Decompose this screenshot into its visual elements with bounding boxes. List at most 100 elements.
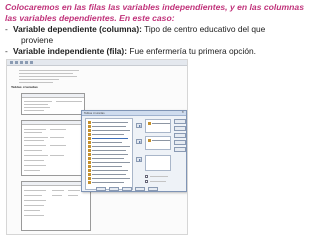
variable-icon [88,173,91,176]
syntax-line [19,79,59,80]
layer-box[interactable] [145,155,171,171]
table-header [22,182,90,186]
move-to-layer-button[interactable] [136,157,142,162]
bullet-dependent: - Variable dependiente (columna): Tipo d… [5,24,317,45]
variable-item[interactable] [88,157,124,160]
table-line [24,110,44,111]
variable-icon [88,141,91,144]
move-to-columns-button[interactable] [136,139,142,144]
variable-item[interactable] [88,173,126,176]
variable-item[interactable] [88,121,128,124]
variable-icon [88,133,91,136]
syntax-line [19,76,77,77]
variable-icon [148,139,151,142]
bullet-dash: - [5,46,8,56]
bullet-body: Variable dependiente (columna): Tipo de … [13,24,265,45]
variable-label [92,129,130,132]
toolbar-icon [20,61,23,64]
bullet-body: Variable independiente (fila): Fue enfer… [13,46,256,57]
table-line [24,140,44,141]
toolbar-icon [30,61,33,64]
variable-icon [88,165,91,168]
bullet-independent: - Variable independiente (fila): Fue enf… [5,46,317,57]
row-variable[interactable] [148,122,170,125]
dialog-title-bar: Tablas cruzadas ✕ [82,110,186,116]
summary-table [21,93,85,115]
variable-label [92,121,128,124]
table-line [50,145,66,146]
variable-icon [88,121,91,124]
table-header [22,121,84,125]
variable-item[interactable] [88,145,130,148]
variable-label [92,133,124,136]
suppress-tables-checkbox[interactable] [145,180,148,183]
variable-label [92,173,126,176]
bullet-dash: - [5,24,8,34]
variable-item[interactable] [88,177,130,180]
variable-icon [88,177,91,180]
variable-item[interactable] [88,165,122,168]
variable-item[interactable] [88,149,126,152]
variable-item[interactable] [88,169,128,172]
crosstabs-dialog[interactable]: Tablas cruzadas ✕ [81,110,187,192]
table-line [24,160,44,161]
cancel-button[interactable] [135,187,145,191]
columns-box[interactable] [145,136,171,150]
table-line [24,129,46,130]
variable-icon [88,149,91,152]
variable-icon [88,145,91,148]
cells-button[interactable] [174,133,186,138]
variable-list[interactable] [85,118,133,190]
dialog-title: Tablas cruzadas [84,111,105,115]
variable-icon [88,137,91,140]
exact-button[interactable] [174,119,186,124]
variable-item[interactable] [88,181,124,184]
format-button[interactable] [174,140,186,145]
column-variable[interactable] [148,139,170,142]
rows-box[interactable] [145,119,171,133]
paste-button[interactable] [109,187,119,191]
table-line [50,137,64,138]
move-to-rows-button[interactable] [136,123,142,128]
clustered-bar-checkbox[interactable] [145,175,148,178]
variable-icon [88,169,91,172]
variable-item-selected[interactable] [88,137,128,140]
variable-item[interactable] [88,125,126,128]
spss-screenshot: Tablas cruzadas Tablas cruzadas ✕ [6,59,188,235]
table-line [24,205,44,206]
variable-item[interactable] [88,133,124,136]
checkbox-label [150,176,168,177]
variable-item[interactable] [88,153,128,156]
syntax-line [19,73,73,74]
variable-label [152,139,170,142]
table-line [24,104,48,105]
bullet-term: Variable dependiente (columna): [13,24,142,34]
variable-label [92,165,122,168]
ok-button[interactable] [96,187,106,191]
variable-item[interactable] [88,141,122,144]
variable-icon [88,181,91,184]
variable-label [92,145,130,148]
table-line [24,200,46,201]
variable-item[interactable] [88,129,130,132]
intro-line-1: Colocaremos en las filas las variables i… [5,2,304,12]
variable-icon [88,161,91,164]
variable-icon [88,153,91,156]
reset-button[interactable] [122,187,132,191]
statistics-button[interactable] [174,126,186,131]
variable-item[interactable] [88,161,130,164]
bullet-text: Fue enfermería tu primera opción. [127,46,256,56]
table-line [24,155,48,156]
bootstrap-button[interactable] [174,147,186,152]
table-header [22,94,84,98]
table-line [50,129,66,130]
variable-icon [88,129,91,132]
help-button[interactable] [148,187,158,191]
slide-header: Colocaremos en las filas las variables i… [5,2,317,57]
close-icon[interactable]: ✕ [181,110,184,114]
table-line [24,150,42,151]
variable-label [152,122,170,125]
bullet-term: Variable independiente (fila): [13,46,128,56]
toolbar-icon [25,61,28,64]
variable-label [92,161,130,164]
